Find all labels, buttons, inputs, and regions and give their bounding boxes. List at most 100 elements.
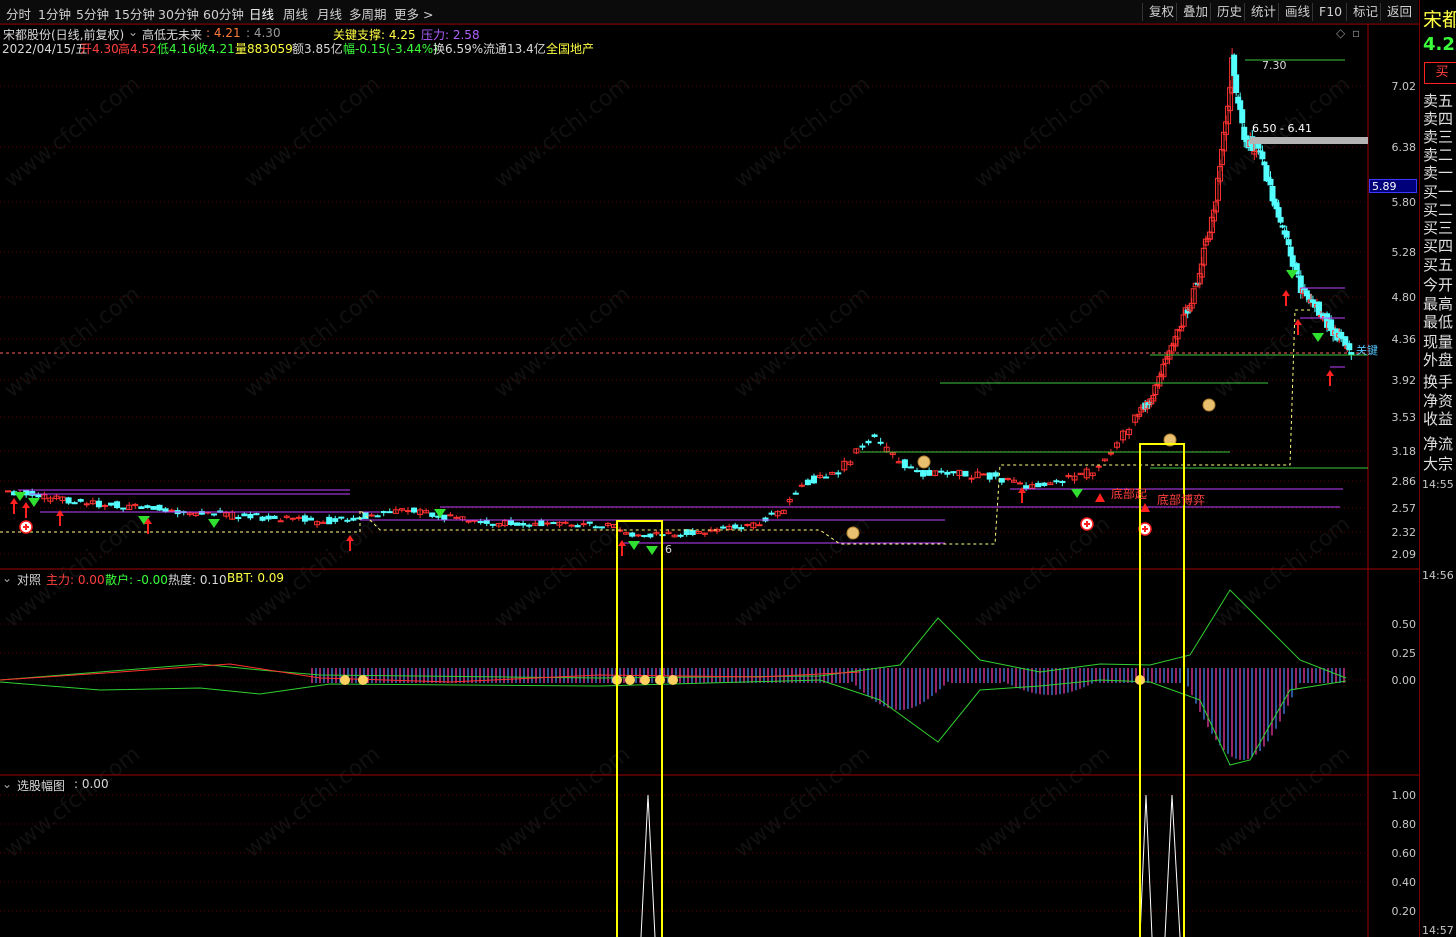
candle-body (1239, 109, 1246, 124)
candle-body (271, 515, 278, 519)
close-value: 收4.21 (196, 42, 235, 56)
sell-arrow (1312, 333, 1324, 342)
turnover-value: 换6.59% (433, 42, 484, 56)
candle-body (477, 521, 484, 524)
highlight-box (1139, 443, 1185, 937)
candle-body (95, 500, 102, 508)
quote-stock-name: 宋都 (1423, 9, 1456, 31)
green-line (0, 679, 1347, 766)
candle-body (986, 472, 993, 480)
candle-body (859, 445, 866, 448)
quote-row-label: 今开 (1423, 276, 1454, 294)
candle-body (544, 522, 551, 525)
candle-body (301, 515, 308, 522)
candle-body (520, 523, 527, 526)
buy-arrow (346, 535, 354, 541)
price-tick: 3.92 (1391, 374, 1417, 387)
sell-arrow (208, 519, 220, 528)
selection-spike (1139, 794, 1153, 937)
candle-body (65, 497, 72, 504)
quote-panel: 宋都 4.21 买 卖五卖四卖三卖二卖一买一买二买三买四买五今开最高最低现量外盘… (1419, 0, 1456, 937)
candle-body (641, 535, 648, 538)
candle-body (108, 502, 115, 506)
selection-spike (640, 794, 656, 937)
candle-body (507, 519, 514, 525)
candle-body (1095, 465, 1102, 468)
support-dashed-line (0, 309, 1310, 545)
candle-body (1261, 161, 1268, 166)
candle-body (253, 513, 260, 516)
candle-body (374, 515, 381, 518)
buy-arrow (1294, 319, 1302, 325)
candle-body (235, 516, 242, 520)
candle-body (368, 514, 375, 517)
candle-body (332, 518, 339, 522)
candle-body (77, 499, 84, 502)
candle-body (738, 527, 745, 530)
panel3-collapse-icon[interactable]: ⌄ (2, 777, 12, 791)
candle-body (308, 517, 314, 521)
time-label: 14:56 (1422, 569, 1454, 582)
candle-body (1017, 482, 1024, 485)
price-tick: 3.53 (1391, 411, 1417, 424)
candle-body (1053, 480, 1060, 483)
hand-icon (668, 675, 678, 685)
quote-row-label: 大宗 (1423, 455, 1454, 473)
price-tick: 5.28 (1391, 246, 1417, 259)
hand-icon (340, 675, 350, 685)
kline-chart-canvas[interactable] (0, 0, 1419, 937)
candle-body (241, 513, 248, 517)
bar-date: 2022/04/15/五 (2, 42, 88, 56)
diamond-icon[interactable]: ◇ (1336, 26, 1345, 40)
current-price-tag: 5.89 (1369, 179, 1417, 193)
selection-spike (1164, 794, 1181, 937)
candle-body (950, 471, 957, 474)
candle-body (1035, 482, 1042, 488)
buy-arrow (56, 510, 64, 516)
bottom-start-label: 底部起 (1111, 487, 1148, 501)
quote-row-label: 卖一 (1423, 164, 1454, 182)
candle-body (211, 513, 218, 516)
price-tick: 3.18 (1391, 445, 1417, 458)
quote-row-label: 外盘 (1423, 351, 1454, 369)
candle-body (629, 532, 636, 537)
candle-body (907, 466, 914, 469)
buy-button[interactable]: 买 (1424, 62, 1456, 84)
price-tick: 6.38 (1391, 141, 1417, 154)
high-annotation: 7.30 (1262, 59, 1287, 72)
candle-body (5, 490, 11, 493)
candle-body (810, 475, 817, 484)
candle-body (156, 504, 163, 511)
sell-arrow (1286, 270, 1298, 279)
volume-value: 量883059 (235, 42, 293, 56)
candle-body (1348, 352, 1355, 356)
candle-body (798, 484, 805, 487)
panel2-title: 对照 (17, 573, 42, 587)
sell-arrow (14, 492, 26, 501)
candle-body (944, 471, 951, 475)
candle-body (453, 516, 460, 519)
collapse-icon[interactable]: ⌄ (128, 25, 138, 39)
candle-body (295, 516, 302, 519)
range-annotation: 6.50 - 6.41 (1252, 122, 1312, 135)
candle-body (865, 440, 872, 444)
buy-arrow (22, 502, 30, 508)
candle-body (326, 516, 333, 525)
quote-row-label: 换手 (1423, 373, 1454, 391)
candle-body (404, 510, 411, 513)
window-icon[interactable]: ▫ (1352, 26, 1360, 40)
range-bar (1250, 137, 1368, 144)
price-tick: 2.57 (1391, 502, 1417, 515)
open-value: 开4.30 (80, 42, 119, 56)
candle-body (259, 516, 266, 521)
amount-value: 额3.85亿 (292, 42, 343, 56)
warning-triangle-icon (1095, 493, 1105, 502)
candle-body (598, 526, 605, 529)
panel2-collapse-icon[interactable]: ⌄ (2, 571, 12, 585)
candle-body (1176, 329, 1183, 332)
candle-body (792, 492, 799, 495)
candle-body (1233, 74, 1240, 94)
candle-body (877, 441, 884, 444)
candle-body (114, 501, 121, 509)
hand-icon (625, 675, 635, 685)
